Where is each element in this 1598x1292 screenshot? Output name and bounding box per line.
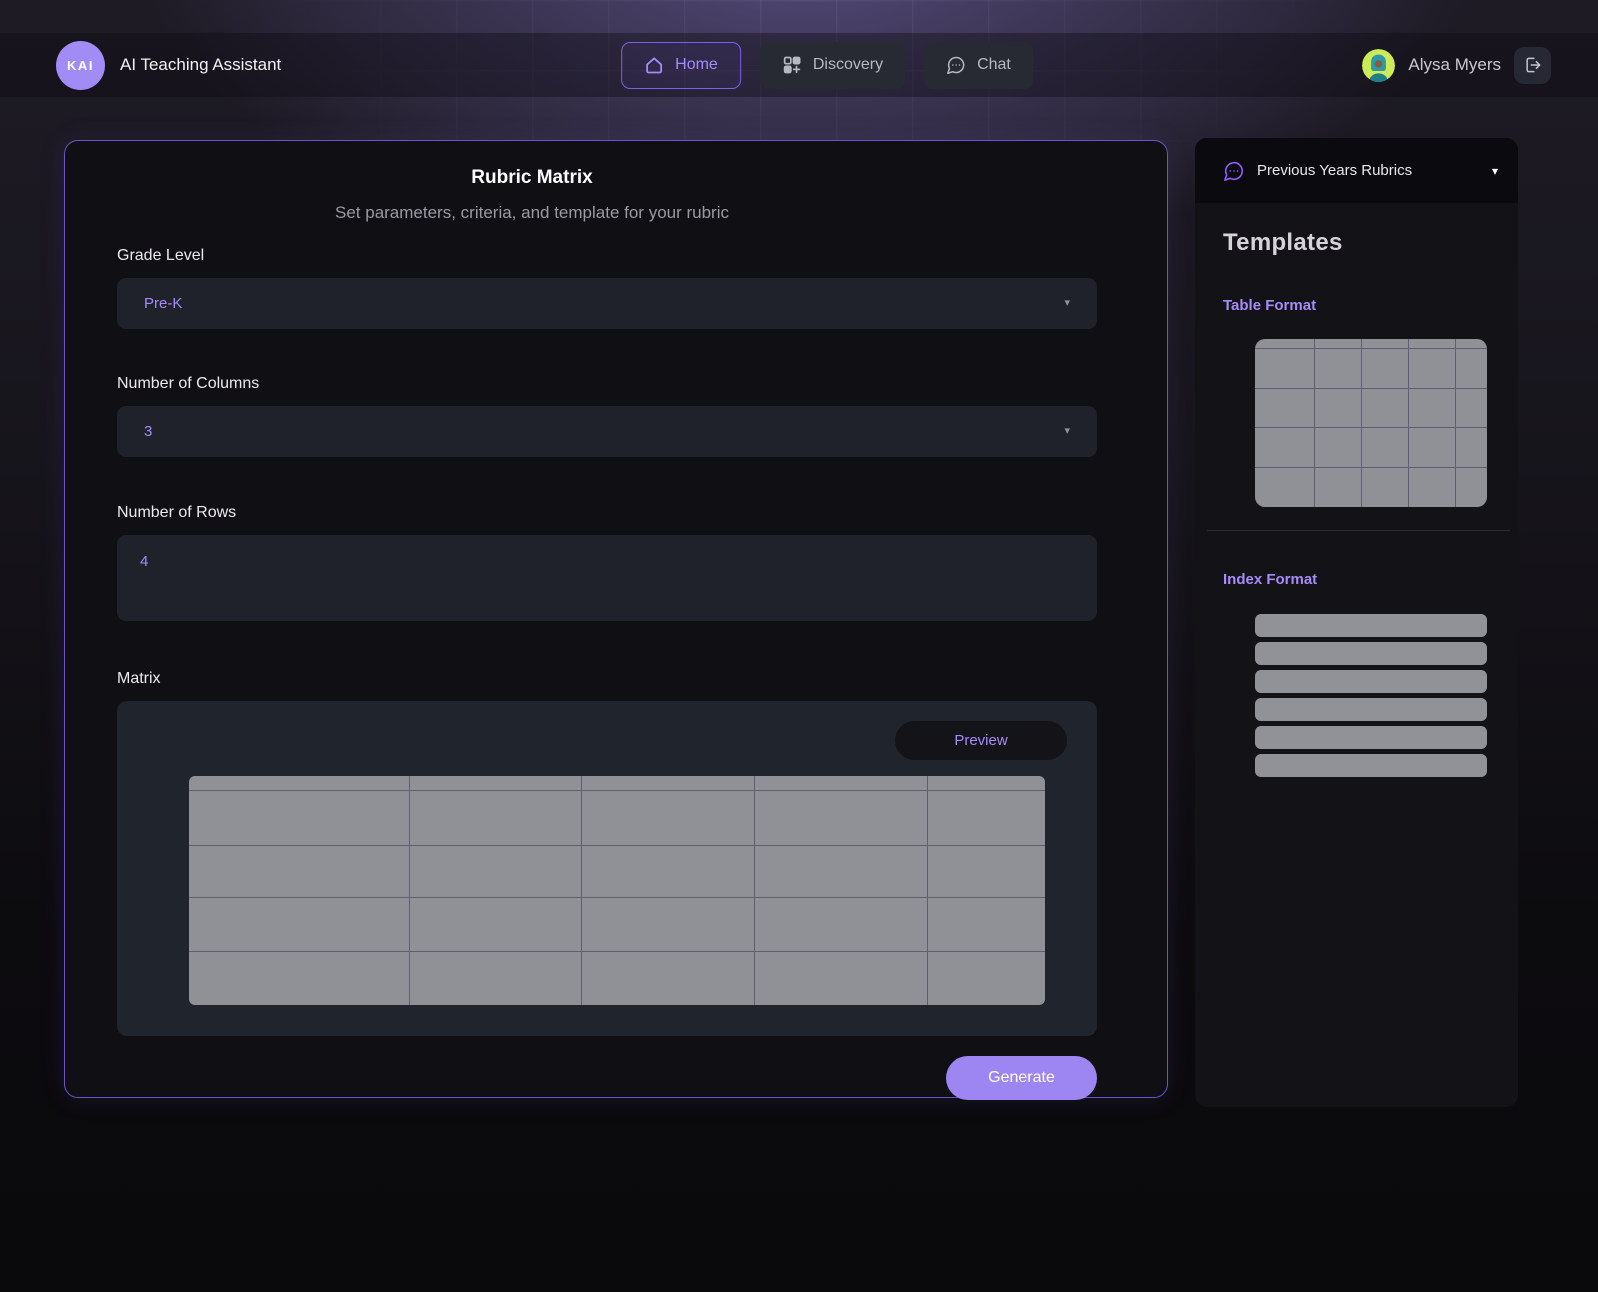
number-of-rows-value: 4 [140,553,149,570]
templates-heading: Templates [1223,229,1343,256]
preview-button[interactable]: Preview [895,721,1067,760]
kai-logo-text: KAI [67,57,94,73]
logout-icon [1525,57,1540,73]
discovery-icon [783,56,801,74]
number-of-columns-field: Number of Columns 3 ▾ [117,375,1097,457]
nav-home-label: Home [675,56,718,73]
grade-level-select[interactable]: Pre-K ▾ [117,278,1097,329]
sidebar-divider [1207,530,1510,531]
templates-sidebar: Previous Years Rubrics ▾ Templates Table… [1195,138,1518,1107]
index-format-label: Index Format [1223,571,1318,588]
nav-discovery-button[interactable]: Discovery [759,41,906,89]
index-bar [1255,726,1487,749]
user-name: Alysa Myers [1408,55,1501,74]
table-format-label: Table Format [1223,297,1317,314]
rubric-matrix-panel: Rubric Matrix Set parameters, criteria, … [64,140,1168,1100]
number-of-rows-input[interactable]: 4 [117,535,1097,621]
grade-level-value: Pre-K [144,295,183,312]
previous-years-rubrics-dropdown[interactable]: Previous Years Rubrics ▾ [1195,138,1518,203]
index-format-preview[interactable] [1255,614,1487,777]
chevron-down-icon: ▾ [1064,425,1070,437]
chevron-down-icon: ▾ [1491,163,1498,178]
generate-button[interactable]: Generate [946,1056,1097,1100]
grade-level-field: Grade Level Pre-K ▾ [117,247,1097,329]
matrix-preview-panel: Preview [117,701,1097,1036]
panel-header: Rubric Matrix Set parameters, criteria, … [117,141,947,223]
top-navbar: KAI AI Teaching Assistant Home Discovery [0,33,1598,97]
index-bar [1255,698,1487,721]
kai-logo: KAI [56,40,105,90]
grade-level-label: Grade Level [117,247,205,264]
chat-icon [946,56,965,75]
matrix-grid-preview [189,776,1045,1005]
index-bar [1255,614,1487,637]
chat-bubble-icon [1224,161,1244,181]
main-nav: Home Discovery Chat [621,41,1033,89]
nav-chat-label: Chat [977,56,1011,73]
page-title: Rubric Matrix [471,167,593,188]
chevron-down-icon: ▾ [1064,297,1070,309]
number-of-columns-value: 3 [144,423,153,440]
number-of-rows-field: Number of Rows 4 [117,504,1097,621]
sidebar-body: Templates Table Format Index Format [1195,203,1518,777]
number-of-rows-label: Number of Rows [117,504,237,521]
matrix-field: Matrix Preview [117,670,1097,1036]
home-icon [646,57,663,74]
table-format-section: Table Format [1223,297,1502,507]
index-format-section: Index Format [1223,571,1502,777]
index-bar [1255,642,1487,665]
brand-block: KAI AI Teaching Assistant [56,40,282,90]
table-format-preview[interactable] [1255,339,1487,507]
user-avatar[interactable] [1362,48,1396,82]
matrix-label: Matrix [117,670,161,687]
page-subtitle: Set parameters, criteria, and template f… [335,203,729,222]
previous-years-rubrics-label: Previous Years Rubrics [1257,162,1413,179]
user-block: Alysa Myers [1362,46,1551,84]
number-of-columns-select[interactable]: 3 ▾ [117,406,1097,457]
logout-button[interactable] [1514,46,1551,84]
nav-discovery-label: Discovery [812,56,884,73]
nav-chat-button[interactable]: Chat [924,41,1033,89]
app-title: AI Teaching Assistant [120,55,282,74]
index-bar [1255,670,1487,693]
nav-home-button[interactable]: Home [621,41,741,89]
index-bar [1255,754,1487,777]
number-of-columns-label: Number of Columns [117,375,260,392]
